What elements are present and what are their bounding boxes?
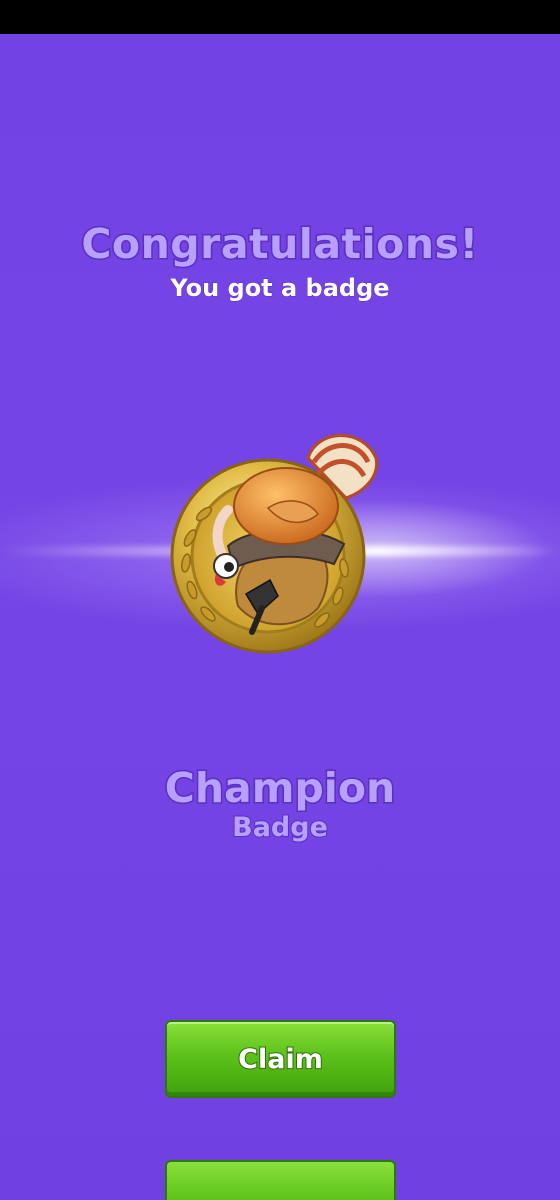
claim-button[interactable]: Claim: [165, 1020, 396, 1098]
congrats-subtitle: You got a badge: [170, 274, 390, 303]
secondary-button[interactable]: [165, 1160, 396, 1200]
claim-button-label: Claim: [237, 1043, 324, 1076]
status-bar: [0, 0, 560, 34]
badge-name: Champion: [163, 763, 396, 814]
congrats-title: Congratulations!: [80, 219, 480, 270]
badge-type: Badge: [231, 811, 329, 844]
badge-reward-screen: Congratulations! You got a badge Champio…: [0, 0, 560, 1200]
turkey-medal-icon: [170, 434, 379, 654]
